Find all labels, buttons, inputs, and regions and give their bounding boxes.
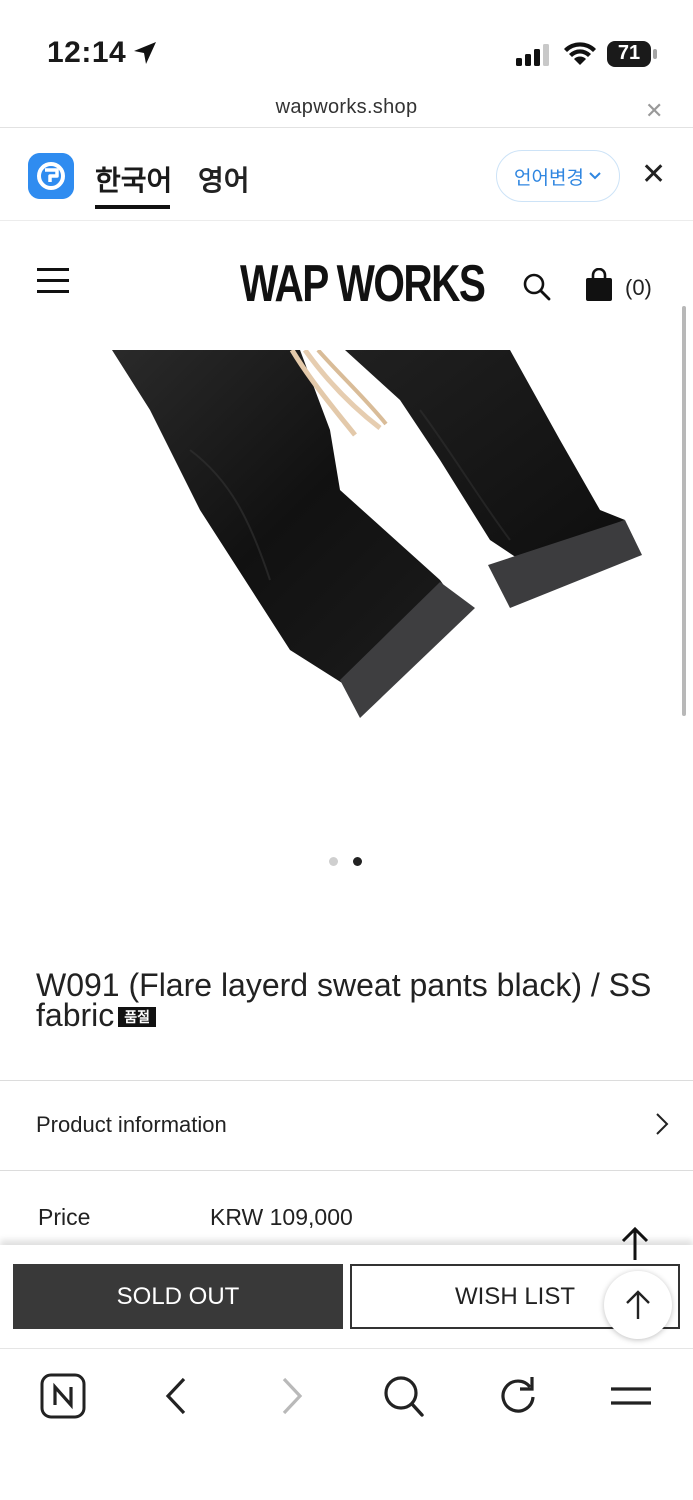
url-bar[interactable]: wapworks.shop ✕ [0,90,693,128]
browser-toolbar [0,1348,693,1500]
search-icon[interactable] [382,1373,426,1419]
change-language-label: 언어변경 [514,167,584,189]
shopping-bag-icon[interactable] [585,268,613,302]
scroll-to-top-button[interactable] [604,1271,672,1339]
price-value: KRW 109,000 [210,1204,353,1230]
product-information-row[interactable]: Product information [0,1082,693,1170]
site-logo[interactable]: WAP WORKS [240,254,486,314]
location-arrow-icon [134,42,156,64]
status-bar: 12:14 71 [0,0,693,90]
refresh-icon[interactable] [496,1373,540,1419]
product-image[interactable] [0,350,693,830]
cellular-signal-icon [516,44,549,66]
active-tab-underline [95,205,170,209]
site-header: WAP WORKS (0) [0,222,693,350]
page-scrollbar[interactable] [682,306,686,716]
menu-icon[interactable] [609,1373,653,1419]
wifi-icon [564,42,596,65]
search-icon[interactable] [522,272,552,302]
translate-close-icon[interactable]: ✕ [641,157,666,192]
status-time: 12:14 [47,36,127,69]
hamburger-menu-icon[interactable] [37,268,69,294]
tab-source-language[interactable]: 한국어 [95,159,172,199]
translate-bar: 한국어 영어 언어변경 ✕ [0,129,693,221]
pagination-dot-2[interactable] [353,857,362,866]
cart-count[interactable]: (0) [625,275,652,301]
battery-level: 71 [617,42,641,64]
url-close-icon[interactable]: ✕ [645,98,663,124]
pants-photo [112,350,642,718]
naver-home-icon[interactable] [40,1373,86,1419]
price-label: Price [38,1204,91,1230]
battery-icon: 71 [607,41,657,67]
action-bar: SOLD OUT WISH LIST [0,1245,693,1348]
divider [0,1170,693,1171]
forward-icon [282,1377,303,1415]
tab-target-language[interactable]: 영어 [198,159,250,199]
gallery-pagination [0,857,693,869]
change-language-button[interactable]: 언어변경 [496,150,620,202]
price-row: Price KRW 109,000 [0,1198,693,1238]
chevron-right-icon [656,1113,669,1135]
pagination-dot-1[interactable] [329,857,338,866]
arrow-up-icon[interactable] [619,1226,651,1262]
chevron-down-icon [589,172,601,180]
arrow-up-icon [626,1290,650,1319]
papago-logo-icon [28,153,74,199]
divider [0,1080,693,1081]
product-information-label: Product information [36,1112,227,1137]
product-title: W091 (Flare layerd sweat pants black) / … [36,969,661,1031]
back-icon[interactable] [162,1373,190,1419]
url-text[interactable]: wapworks.shop [0,96,693,119]
sold-out-button[interactable]: SOLD OUT [13,1264,343,1329]
sold-out-badge: 품절 [118,1007,157,1027]
